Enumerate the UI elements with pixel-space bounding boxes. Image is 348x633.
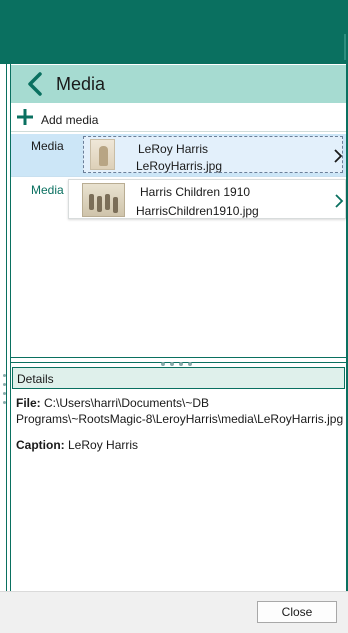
media-item-leroy-harris[interactable]: LeRoy Harris LeRoyHarris.jpg — [83, 136, 343, 173]
plus-icon — [17, 109, 33, 125]
media-thumbnail — [90, 139, 115, 170]
media-thumbnail — [82, 183, 125, 217]
media-title: Harris Children 1910 — [140, 185, 251, 199]
vertical-resize-grip[interactable] — [3, 374, 7, 410]
file-path-line2: Programs\~RootsMagic-8\LeroyHarris\media… — [16, 412, 344, 426]
chevron-right-icon[interactable] — [334, 194, 344, 208]
add-media-label: Add media — [41, 113, 99, 127]
row-divider — [11, 176, 346, 177]
chevron-right-icon[interactable] — [333, 149, 343, 163]
page-title: Media — [56, 74, 106, 94]
panel-border-left — [6, 64, 7, 591]
details-file: File: C:\Users\harri\Documents\~DB Progr… — [16, 395, 344, 427]
file-path-line1: C:\Users\harri\Documents\~DB — [44, 396, 210, 410]
details-section-header: Details — [12, 367, 345, 389]
media-item-harris-children[interactable]: Harris Children 1910 HarrisChildren1910.… — [68, 179, 346, 219]
app-top-bar — [0, 0, 348, 64]
add-media-button[interactable]: Add media — [11, 106, 346, 132]
file-label: File: — [16, 396, 41, 410]
chevron-left-icon[interactable] — [23, 71, 49, 97]
media-row-label: Media — [31, 139, 64, 153]
media-filename: LeRoyHarris.jpg — [136, 159, 223, 173]
close-button[interactable]: Close — [257, 601, 337, 623]
details-caption: Caption: LeRoy Harris — [16, 438, 138, 452]
panel-header: Media — [11, 65, 346, 103]
caption-label: Caption: — [16, 438, 65, 452]
media-title: LeRoy Harris — [138, 142, 209, 156]
media-row-label: Media — [31, 183, 64, 197]
details-title: Details — [17, 372, 54, 386]
media-filename: HarrisChildren1910.jpg — [136, 204, 259, 218]
caption-value: LeRoy Harris — [68, 438, 139, 452]
top-bar-accent — [344, 34, 346, 60]
horizontal-splitter[interactable] — [11, 354, 346, 366]
dialog-footer: Close — [0, 591, 348, 633]
